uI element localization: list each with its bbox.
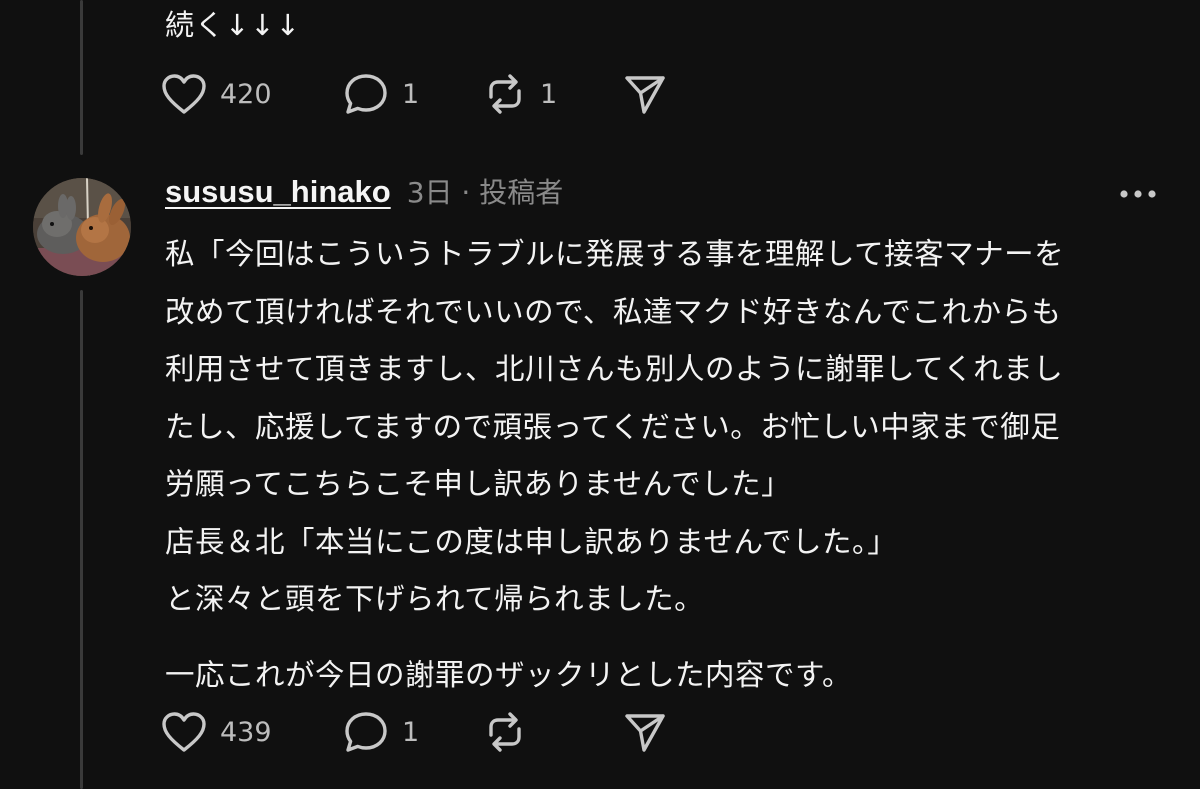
share-button[interactable] [622,710,682,754]
post-header: sususu_hinako 3日 · 投稿者 [165,171,563,211]
post-body-line: 労願ってこちらこそ申し訳ありませんでした」 [165,467,792,502]
reply-count: 1 [402,716,420,748]
previous-post-text: 続く↓↓↓ [165,8,301,42]
post-body-line: と深々と頭を下げられて帰られました。 [165,582,705,617]
avatar[interactable] [33,178,131,276]
repost-icon [482,71,528,117]
heart-icon [160,710,208,754]
paper-plane-icon [622,72,668,116]
thread-connector-top [80,0,83,155]
like-button[interactable]: 420 [160,72,340,116]
rabbits-photo [33,178,131,276]
reply-count: 1 [402,78,420,110]
thread-view: 続く↓↓↓ 420 1 1 sususu_hinako 3日 · 投稿者 私「今… [0,0,1200,789]
repost-count: 1 [540,78,558,110]
previous-post-actions: 420 1 1 [160,70,682,118]
post-body-line: 店長＆北「本当にこの度は申し訳ありませんでした。」 [165,524,898,559]
post-body-line: 改めて頂ければそれでいいので、私達マクド好きなんでこれからも [165,294,1062,329]
post-time: 3日 [406,176,453,209]
like-count: 420 [220,78,272,110]
author-badge: 投稿者 [479,176,564,209]
like-count: 439 [220,716,272,748]
heart-icon [160,72,208,116]
repost-button[interactable] [482,709,622,755]
speech-bubble-icon [342,709,390,755]
post-body-line: 一応これが今日の謝罪のザックリとした内容です。 [165,657,853,692]
paper-plane-icon [622,710,668,754]
like-button[interactable]: 439 [160,710,340,754]
post-actions: 439 1 [160,708,682,756]
post-body-line: たし、応援してますので頑張ってください。お忙しい中家まで御足 [165,409,1061,444]
meta-separator: · [461,176,471,209]
username-link[interactable]: sususu_hinako [165,174,391,210]
post-body: 私「今回はこういうトラブルに発展する事を理解して接客マナーを 改めて頂ければそれ… [165,226,1175,704]
post-body-line: 私「今回はこういうトラブルに発展する事を理解して接客マナーを [165,237,1065,271]
repost-button[interactable]: 1 [482,71,622,117]
repost-icon [482,709,528,755]
post-body-line: 利用させて頂きますし、北川さんも別人のように謝罪してくれまし [165,352,1064,387]
reply-button[interactable]: 1 [342,71,482,117]
more-options-button[interactable] [1116,186,1160,202]
more-dots-icon [1120,190,1156,198]
reply-button[interactable]: 1 [342,709,482,755]
share-button[interactable] [622,72,682,116]
thread-connector-bottom [80,290,83,789]
post-meta: 3日 · 投稿者 [407,171,564,211]
speech-bubble-icon [342,71,390,117]
